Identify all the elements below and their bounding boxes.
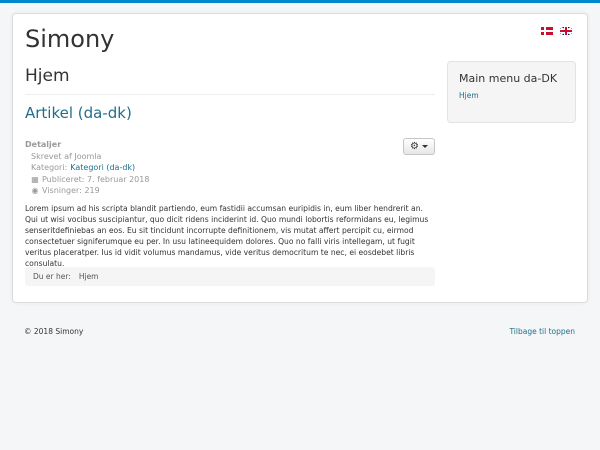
article-details: Detaljer Skrevet af Joomla Kategori: Kat… [25,139,149,197]
footer-copyright: © 2018 Simony [24,327,84,336]
category-link[interactable]: Kategori (da-dk) [70,162,135,174]
breadcrumb-label: Du er her: [33,272,71,281]
breadcrumb: Du er her: Hjem [25,267,435,286]
divider [25,94,435,95]
sidebar-item-home[interactable]: Hjem [459,91,564,100]
article-title-link[interactable]: Artikel (da-dk) [25,104,132,122]
published-text: Publiceret: 7. februar 2018 [42,174,150,184]
sidebar-title: Main menu da-DK [459,72,558,85]
back-to-top-link[interactable]: Tilbage til toppen [509,327,575,336]
hits-text: Visninger: 219 [42,186,100,196]
gear-icon: ⚙ [410,141,419,152]
top-accent-bar [0,0,600,3]
breadcrumb-current[interactable]: Hjem [79,272,99,281]
sidebar-main-menu: Main menu da-DK Hjem [447,61,576,123]
category-row: Kategori: Kategori (da-dk) [25,162,149,174]
site-title[interactable]: Simony [25,25,114,53]
danish-flag-icon[interactable] [541,27,553,35]
eye-icon: ◉ [31,186,39,196]
language-switcher [541,27,572,35]
author-text: Skrevet af Joomla [31,151,102,161]
category-prefix: Kategori: [31,163,68,173]
details-label: Detaljer [25,140,62,149]
article-tools-button[interactable]: ⚙ [403,138,435,155]
english-flag-icon[interactable] [560,27,572,35]
article-body: Lorem ipsum ad his scripta blandit parti… [25,204,429,269]
hits-row: ◉ Visninger: 219 [25,185,149,197]
author-row: Skrevet af Joomla [25,151,149,163]
published-row: ▦ Publiceret: 7. februar 2018 [25,174,149,186]
caret-down-icon [421,145,428,148]
calendar-icon: ▦ [31,174,39,184]
main-container: Simony Hjem Artikel (da-dk) ⚙ Detaljer S… [12,13,588,303]
page-heading: Hjem [25,66,70,86]
